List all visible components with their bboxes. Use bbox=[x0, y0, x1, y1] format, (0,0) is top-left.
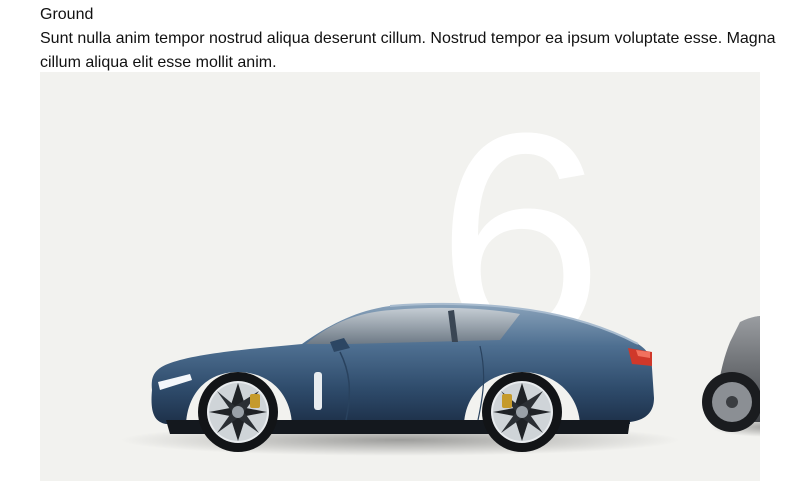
page: Ground Sunt nulla anim tempor nostrud al… bbox=[0, 0, 800, 481]
text-block: Ground Sunt nulla anim tempor nostrud al… bbox=[40, 3, 780, 75]
car-hero-image: 6 bbox=[40, 72, 760, 481]
front-wheel bbox=[198, 372, 278, 452]
car-hero-svg: 6 bbox=[120, 72, 760, 456]
heading: Ground bbox=[40, 6, 94, 23]
rear-wheel bbox=[482, 372, 562, 452]
second-car bbox=[702, 316, 760, 432]
main-car bbox=[151, 302, 654, 452]
body-paragraph: Sunt nulla anim tempor nostrud aliqua de… bbox=[40, 30, 776, 71]
